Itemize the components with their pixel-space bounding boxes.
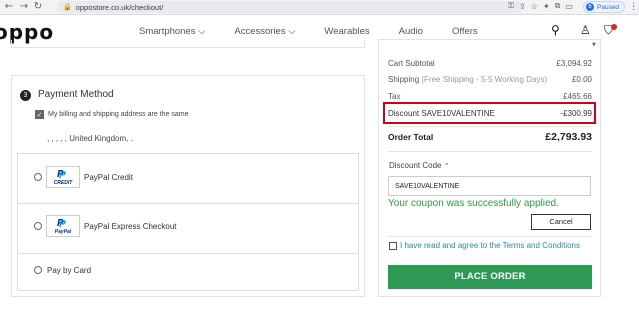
coupon-success-message: Your coupon was successfully applied. <box>388 198 559 209</box>
cancel-coupon-button[interactable]: Cancel <box>531 214 591 230</box>
nav-offers[interactable]: Offers <box>452 26 478 37</box>
shipping-row: Shipping (Free Shipping - 5-5 Working Da… <box>388 75 592 84</box>
chevron-up-icon: ⌃ <box>443 162 450 170</box>
summary-divider-2 <box>388 151 592 152</box>
shipping-note: (Free Shipping - 5-5 Working Days) <box>421 75 548 84</box>
browser-menu-icon[interactable]: ⋮ <box>629 2 638 12</box>
radio-paypal-credit[interactable] <box>34 173 42 181</box>
address-bar[interactable]: 🔒 oppostore.co.uk/checkout/ <box>57 1 522 13</box>
shipping-value: £0.00 <box>571 75 592 84</box>
nav-accessories[interactable]: Accessories ⌵ <box>234 26 295 37</box>
same-address-label: My billing and shipping address are the … <box>48 111 189 118</box>
sidebar-icon[interactable]: ▭ <box>565 2 573 11</box>
lock-icon: 🔒 <box>63 3 72 11</box>
cart-subtotal-value: £3,094.92 <box>556 59 592 68</box>
forward-icon[interactable]: → <box>17 0 31 14</box>
shipping-section-tail <box>11 40 365 48</box>
cart-badge <box>611 24 617 30</box>
step-number: 3 <box>20 90 31 101</box>
discount-label: Discount SAVE10VALENTINE <box>388 109 495 118</box>
tax-label: Tax <box>388 92 401 101</box>
terms-label[interactable]: I have read and agree to the Terms and C… <box>400 241 580 250</box>
profile-avatar: B <box>586 3 594 11</box>
scroll-down-icon[interactable]: ▼ <box>592 42 596 48</box>
url-text: oppostore.co.uk/checkout/ <box>75 2 164 12</box>
browser-toolbar: ← → ↻ 🔒 oppostore.co.uk/checkout/ ⚿ ⇪ ☆ … <box>0 0 639 15</box>
order-total-row: Order Total £2,793.93 <box>388 131 592 143</box>
place-order-button[interactable]: PLACE ORDER <box>388 265 592 289</box>
tax-row: Tax £465.66 <box>388 92 592 101</box>
nav-wearables[interactable]: Wearables <box>324 26 369 37</box>
pay-by-card-label: Pay by Card <box>47 266 92 275</box>
summary-divider <box>388 126 592 127</box>
cart-subtotal-row: Cart Subtotal £3,094.92 <box>388 59 592 68</box>
payment-method-title: Payment Method <box>38 89 114 100</box>
billing-address: , , , , , United Kingdom, . <box>47 134 133 143</box>
search-icon[interactable]: ⚲ <box>551 23 560 37</box>
extension-icon[interactable]: ✦ <box>543 2 550 11</box>
radio-paypal-express[interactable] <box>34 222 42 230</box>
paypal-credit-logo: PP CREDIT <box>46 166 80 188</box>
shipping-label: Shipping <box>388 75 420 84</box>
account-icon[interactable]: ♙ <box>580 23 591 37</box>
reload-icon[interactable]: ↻ <box>31 0 45 14</box>
discount-code-toggle[interactable]: Discount Code ⌃ <box>389 161 450 170</box>
terms-checkbox[interactable] <box>389 242 397 250</box>
cart-subtotal-label: Cart Subtotal <box>388 59 435 68</box>
discount-code-input[interactable] <box>388 176 591 196</box>
key-icon[interactable]: ⚿ <box>508 1 514 11</box>
nav-smartphones[interactable]: Smartphones ⌵ <box>139 26 205 37</box>
order-total-value: £2,793.93 <box>545 131 592 143</box>
radio-pay-by-card[interactable] <box>34 266 42 274</box>
share-icon[interactable]: ⇪ <box>519 2 526 11</box>
discount-value: -£300.99 <box>560 109 592 118</box>
extensions-puzzle-icon[interactable]: ⧉ <box>555 1 561 11</box>
back-icon[interactable]: ← <box>2 0 16 14</box>
same-address-checkbox[interactable]: ✓ <box>35 110 44 119</box>
profile-button[interactable]: B Paused <box>583 1 626 13</box>
profile-status: Paused <box>597 3 620 11</box>
tax-value: £465.66 <box>563 92 592 101</box>
summary-divider-3 <box>388 236 592 237</box>
paypal-credit-label: PayPal Credit <box>84 173 133 182</box>
main-nav: Smartphones ⌵ Accessories ⌵ Wearables Au… <box>139 26 507 37</box>
bookmark-star-icon[interactable]: ☆ <box>531 2 538 11</box>
paypal-express-label: PayPal Express Checkout <box>84 222 177 231</box>
nav-audio[interactable]: Audio <box>399 26 423 37</box>
discount-row: Discount SAVE10VALENTINE -£300.99 <box>388 109 592 118</box>
order-total-label: Order Total <box>388 132 434 142</box>
paypal-logo: PP PayPal <box>46 215 80 237</box>
